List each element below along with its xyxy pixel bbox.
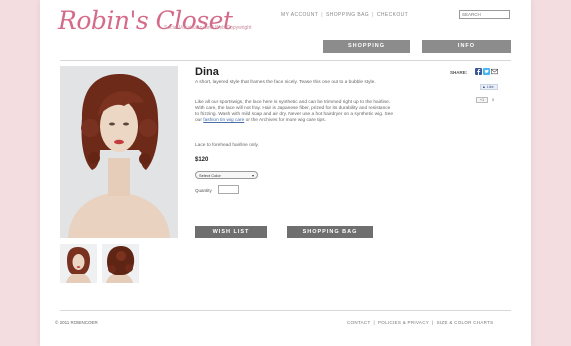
my-account-link[interactable]: MY ACCOUNT [281,12,318,18]
google-plus-count: 0 [492,97,495,102]
footer-links: CONTACT | POLICIES & PRIVACY | SIZE & CO… [347,320,493,325]
care-text-suffix: or the Archives for more wig care tips. [244,118,326,123]
facebook-icon[interactable] [475,68,482,75]
chevron-down-icon: ▾ [251,172,254,178]
product-description-care: Like all our sportswigs, the lace here i… [195,100,395,124]
product-description-intro: A short, layered style that frames the f… [195,80,376,85]
contact-link[interactable]: CONTACT [347,320,371,325]
wig-thumbnail-image [102,244,139,283]
footer-divider [60,310,511,311]
product-thumbnail-front[interactable] [60,244,97,283]
size-color-charts-link[interactable]: SIZE & COLOR CHARTS [437,320,494,325]
color-select-value: Select Color [199,172,221,178]
top-nav: MY ACCOUNT | SHOPPING BAG | CHECKOUT [281,12,408,18]
brand-tagline: Social Vocabulary and Web Copywright [164,25,252,31]
checkout-link[interactable]: CHECKOUT [377,12,408,18]
shopping-bag-link[interactable]: SHOPPING BAG [326,12,369,18]
footer-separator: | [373,320,375,325]
footer-separator: | [432,320,434,325]
product-title: Dina [195,66,219,78]
facebook-like-button[interactable]: ▲ Like [480,84,498,90]
product-main-image[interactable] [60,66,178,238]
nav-separator: | [372,12,374,18]
policies-privacy-link[interactable]: POLICIES & PRIVACY [378,320,429,325]
twitter-icon[interactable] [483,68,490,75]
product-thumbnail-side[interactable] [102,244,139,283]
quantity-input[interactable] [218,185,239,194]
wig-mannequin-image [60,66,178,238]
product-description-lace: Lace to forehead hairline only. [195,143,259,148]
email-icon[interactable] [491,68,498,75]
divider [60,60,511,61]
google-plus-button[interactable]: +1 [476,97,488,103]
info-nav-button[interactable]: INFO [422,40,511,53]
product-price: $120 [195,157,209,163]
color-select[interactable]: Select Color ▾ [195,171,258,179]
search-input[interactable] [459,10,510,19]
share-label: SHARE: [450,70,468,75]
facebook-like-label: Like [486,85,494,89]
page-container: Robin's Closet Social Vocabulary and Web… [40,0,531,346]
nav-separator: | [321,12,323,18]
shopping-nav-button[interactable]: SHOPPING [323,40,410,53]
thumbs-up-icon: ▲ [482,85,486,89]
copyright: © 2011 ROBINCOER [55,320,98,325]
wig-thumbnail-image [60,244,97,283]
wish-list-button[interactable]: WISH LIST [195,226,267,238]
wig-care-link[interactable]: fashion tin wig care [203,118,244,123]
quantity-label: Quantity [195,188,212,193]
shopping-bag-button[interactable]: SHOPPING BAG [287,226,373,238]
